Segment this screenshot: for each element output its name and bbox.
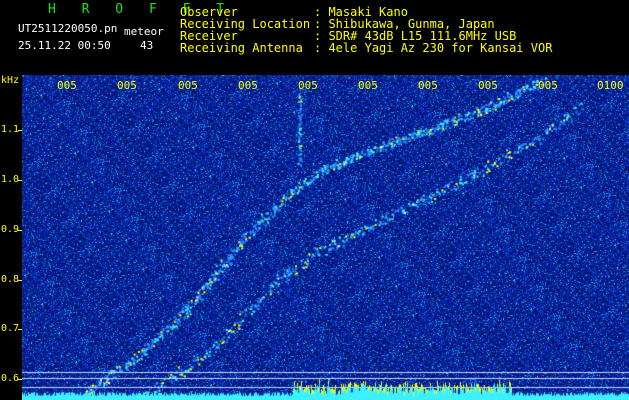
y-tick-mark [18,180,22,181]
y-tick-mark [18,130,22,131]
antenna-value: : 4ele Yagi Az 230 for Kansai VOR [314,41,553,55]
y-tick-label: 1.0 [1,174,20,185]
y-tick-label: 0.6 [1,373,20,384]
x-tick-label: 005 [478,79,498,92]
x-tick-label: 005 [298,79,318,92]
x-tick-label: 005 [538,79,558,92]
x-tick-label: 0100 [597,79,624,92]
x-tick-label: 005 [358,79,378,92]
x-tick-label: 005 [178,79,198,92]
y-tick-label: 0.7 [1,323,20,334]
x-tick-label: 005 [238,79,258,92]
y-tick-mark [18,329,22,330]
y-tick-label: 1.1 [1,124,20,135]
antenna-label: Receiving Antenna [180,41,303,55]
y-tick-mark [18,230,22,231]
header-panel: H R O F F T UT2511220050.pn meteor 25.11… [0,0,629,74]
detection-label: meteor [124,25,164,38]
x-tick-label: 005 [117,79,137,92]
y-tick-label: 0.9 [1,224,20,235]
spectrogram-plot [22,75,629,400]
y-tick-mark [18,280,22,281]
x-tick-label: 005 [418,79,438,92]
y-tick-label: 0.8 [1,274,20,285]
filename-label: UT2511220050.pn [18,22,118,35]
date-time-label: 25.11.22 00:50 [18,39,111,52]
y-axis-unit: kHz [1,75,20,86]
y-tick-mark [18,379,22,380]
meteor-count: 43 [140,39,154,52]
x-tick-label: 005 [57,79,77,92]
